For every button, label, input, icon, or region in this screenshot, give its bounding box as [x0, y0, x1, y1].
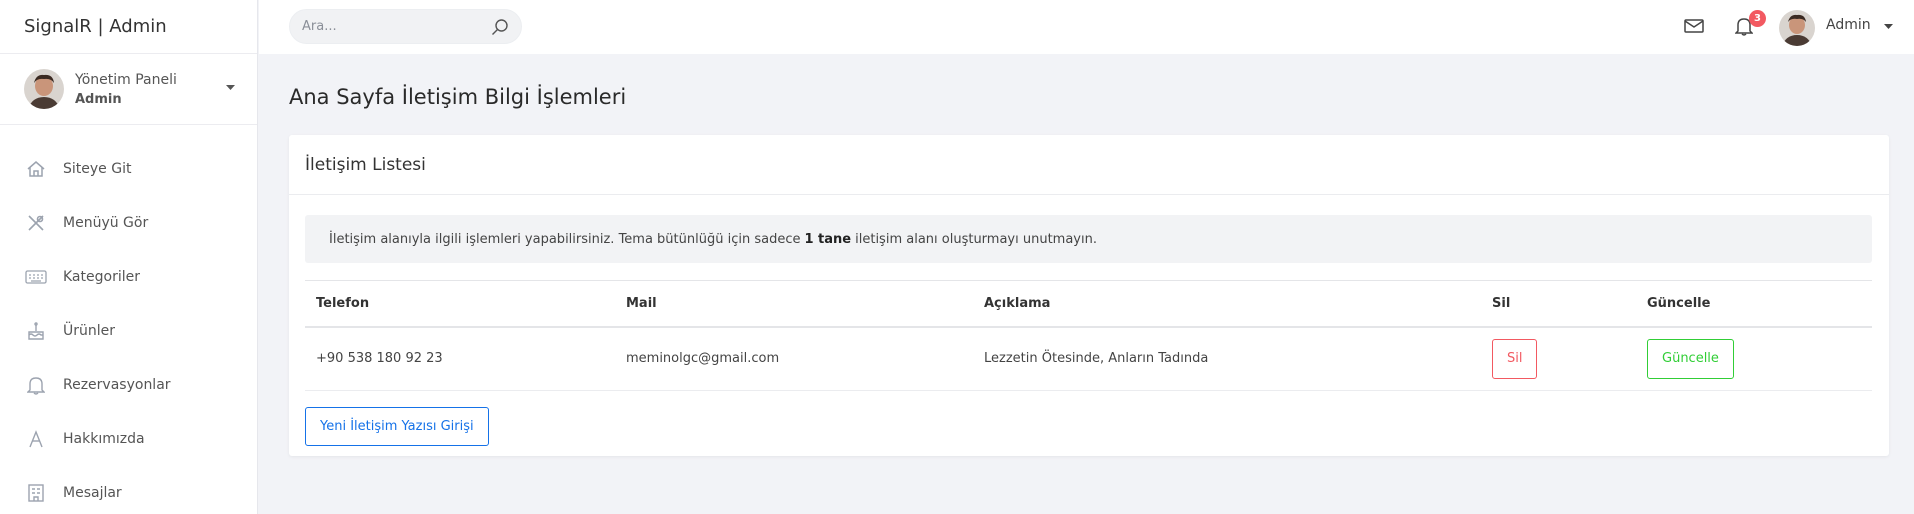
alert-text-suffix: iletişim alanı oluşturmayı unutmayın. [855, 231, 1097, 247]
contact-table: Telefon Mail Açıklama Sil Güncelle +90 5… [305, 280, 1872, 391]
contact-card: İletişim Listesi İletişim alanıyla ilgil… [289, 135, 1889, 456]
building-icon [25, 482, 47, 504]
sidebar-item-hakkimizda[interactable]: Hakkımızda [0, 412, 257, 466]
sidebar-item-mesajlar[interactable]: Mesajlar [0, 466, 257, 514]
sidebar-item-label: Siteye Git [63, 161, 132, 177]
font-icon [25, 428, 47, 450]
cell-delete: Sil [1481, 326, 1636, 391]
column-header-update: Güncelle [1636, 280, 1872, 328]
notification-badge: 3 [1749, 10, 1766, 27]
sidebar-nav: Siteye Git Menüyü Gör Kategoriler Ürünle… [0, 125, 257, 514]
sidebar-item-siteye-git[interactable]: Siteye Git [0, 142, 257, 196]
update-button[interactable]: Güncelle [1647, 338, 1734, 379]
search-box [289, 9, 522, 44]
user-panel-title: Yönetim Paneli [75, 71, 177, 88]
search-input[interactable] [290, 10, 480, 43]
top-user-avatar[interactable] [1779, 10, 1815, 46]
delete-button[interactable]: Sil [1492, 338, 1538, 379]
column-header-phone: Telefon [305, 280, 615, 328]
cake-icon [25, 320, 47, 342]
top-user-name[interactable]: Admin [1826, 17, 1871, 33]
cell-update: Güncelle [1636, 326, 1872, 391]
info-alert: İletişim alanıyla ilgili işlemleri yapab… [305, 215, 1872, 263]
sidebar-item-urunler[interactable]: Ürünler [0, 304, 257, 358]
sidebar-item-label: Rezervasyonlar [63, 377, 171, 393]
new-contact-button[interactable]: Yeni İletişim Yazısı Girişi [305, 407, 489, 446]
sidebar-item-label: Kategoriler [63, 269, 140, 285]
alert-text-bold: 1 tane [804, 231, 852, 247]
column-header-delete: Sil [1481, 280, 1636, 328]
page-title: Ana Sayfa İletişim Bilgi İşlemleri [289, 85, 627, 109]
cell-description: Lezzetin Ötesinde, Anların Tadında [973, 326, 1481, 391]
alert-text-prefix: İletişim alanıyla ilgili işlemleri yapab… [329, 231, 801, 247]
bell-icon [25, 374, 47, 396]
sidebar-item-label: Ürünler [63, 323, 116, 339]
cell-phone: +90 538 180 92 23 [305, 326, 615, 391]
sidebar-item-menuyu-gor[interactable]: Menüyü Gör [0, 196, 257, 250]
sidebar-item-kategoriler[interactable]: Kategoriler [0, 250, 257, 304]
brand-logo[interactable]: SignalR | Admin [0, 0, 257, 54]
topbar: 3 Admin [259, 0, 1914, 54]
sidebar-item-label: Menüyü Gör [63, 215, 149, 231]
utensils-icon [25, 212, 47, 234]
keyboard-icon [25, 266, 47, 288]
table-header-row: Telefon Mail Açıklama Sil Güncelle [305, 280, 1872, 328]
sidebar-item-rezervasyonlar[interactable]: Rezervasyonlar [0, 358, 257, 412]
table-row: +90 538 180 92 23 meminolgc@gmail.com Le… [305, 326, 1872, 391]
cell-mail: meminolgc@gmail.com [615, 326, 973, 391]
chevron-down-icon[interactable] [1884, 24, 1893, 30]
user-avatar[interactable] [24, 69, 64, 109]
column-header-description: Açıklama [973, 280, 1481, 328]
user-panel[interactable]: Yönetim Paneli Admin [0, 54, 257, 125]
search-icon[interactable] [491, 18, 509, 36]
user-panel-role: Admin [75, 91, 122, 107]
home-icon [25, 158, 47, 180]
chevron-down-icon[interactable] [226, 85, 235, 91]
sidebar-item-label: Mesajlar [63, 485, 122, 501]
card-title: İletişim Listesi [289, 135, 1889, 195]
sidebar: SignalR | Admin Yönetim Paneli Admin Sit… [0, 0, 258, 514]
mail-icon[interactable] [1684, 18, 1704, 34]
sidebar-item-label: Hakkımızda [63, 431, 145, 447]
column-header-mail: Mail [615, 280, 973, 328]
